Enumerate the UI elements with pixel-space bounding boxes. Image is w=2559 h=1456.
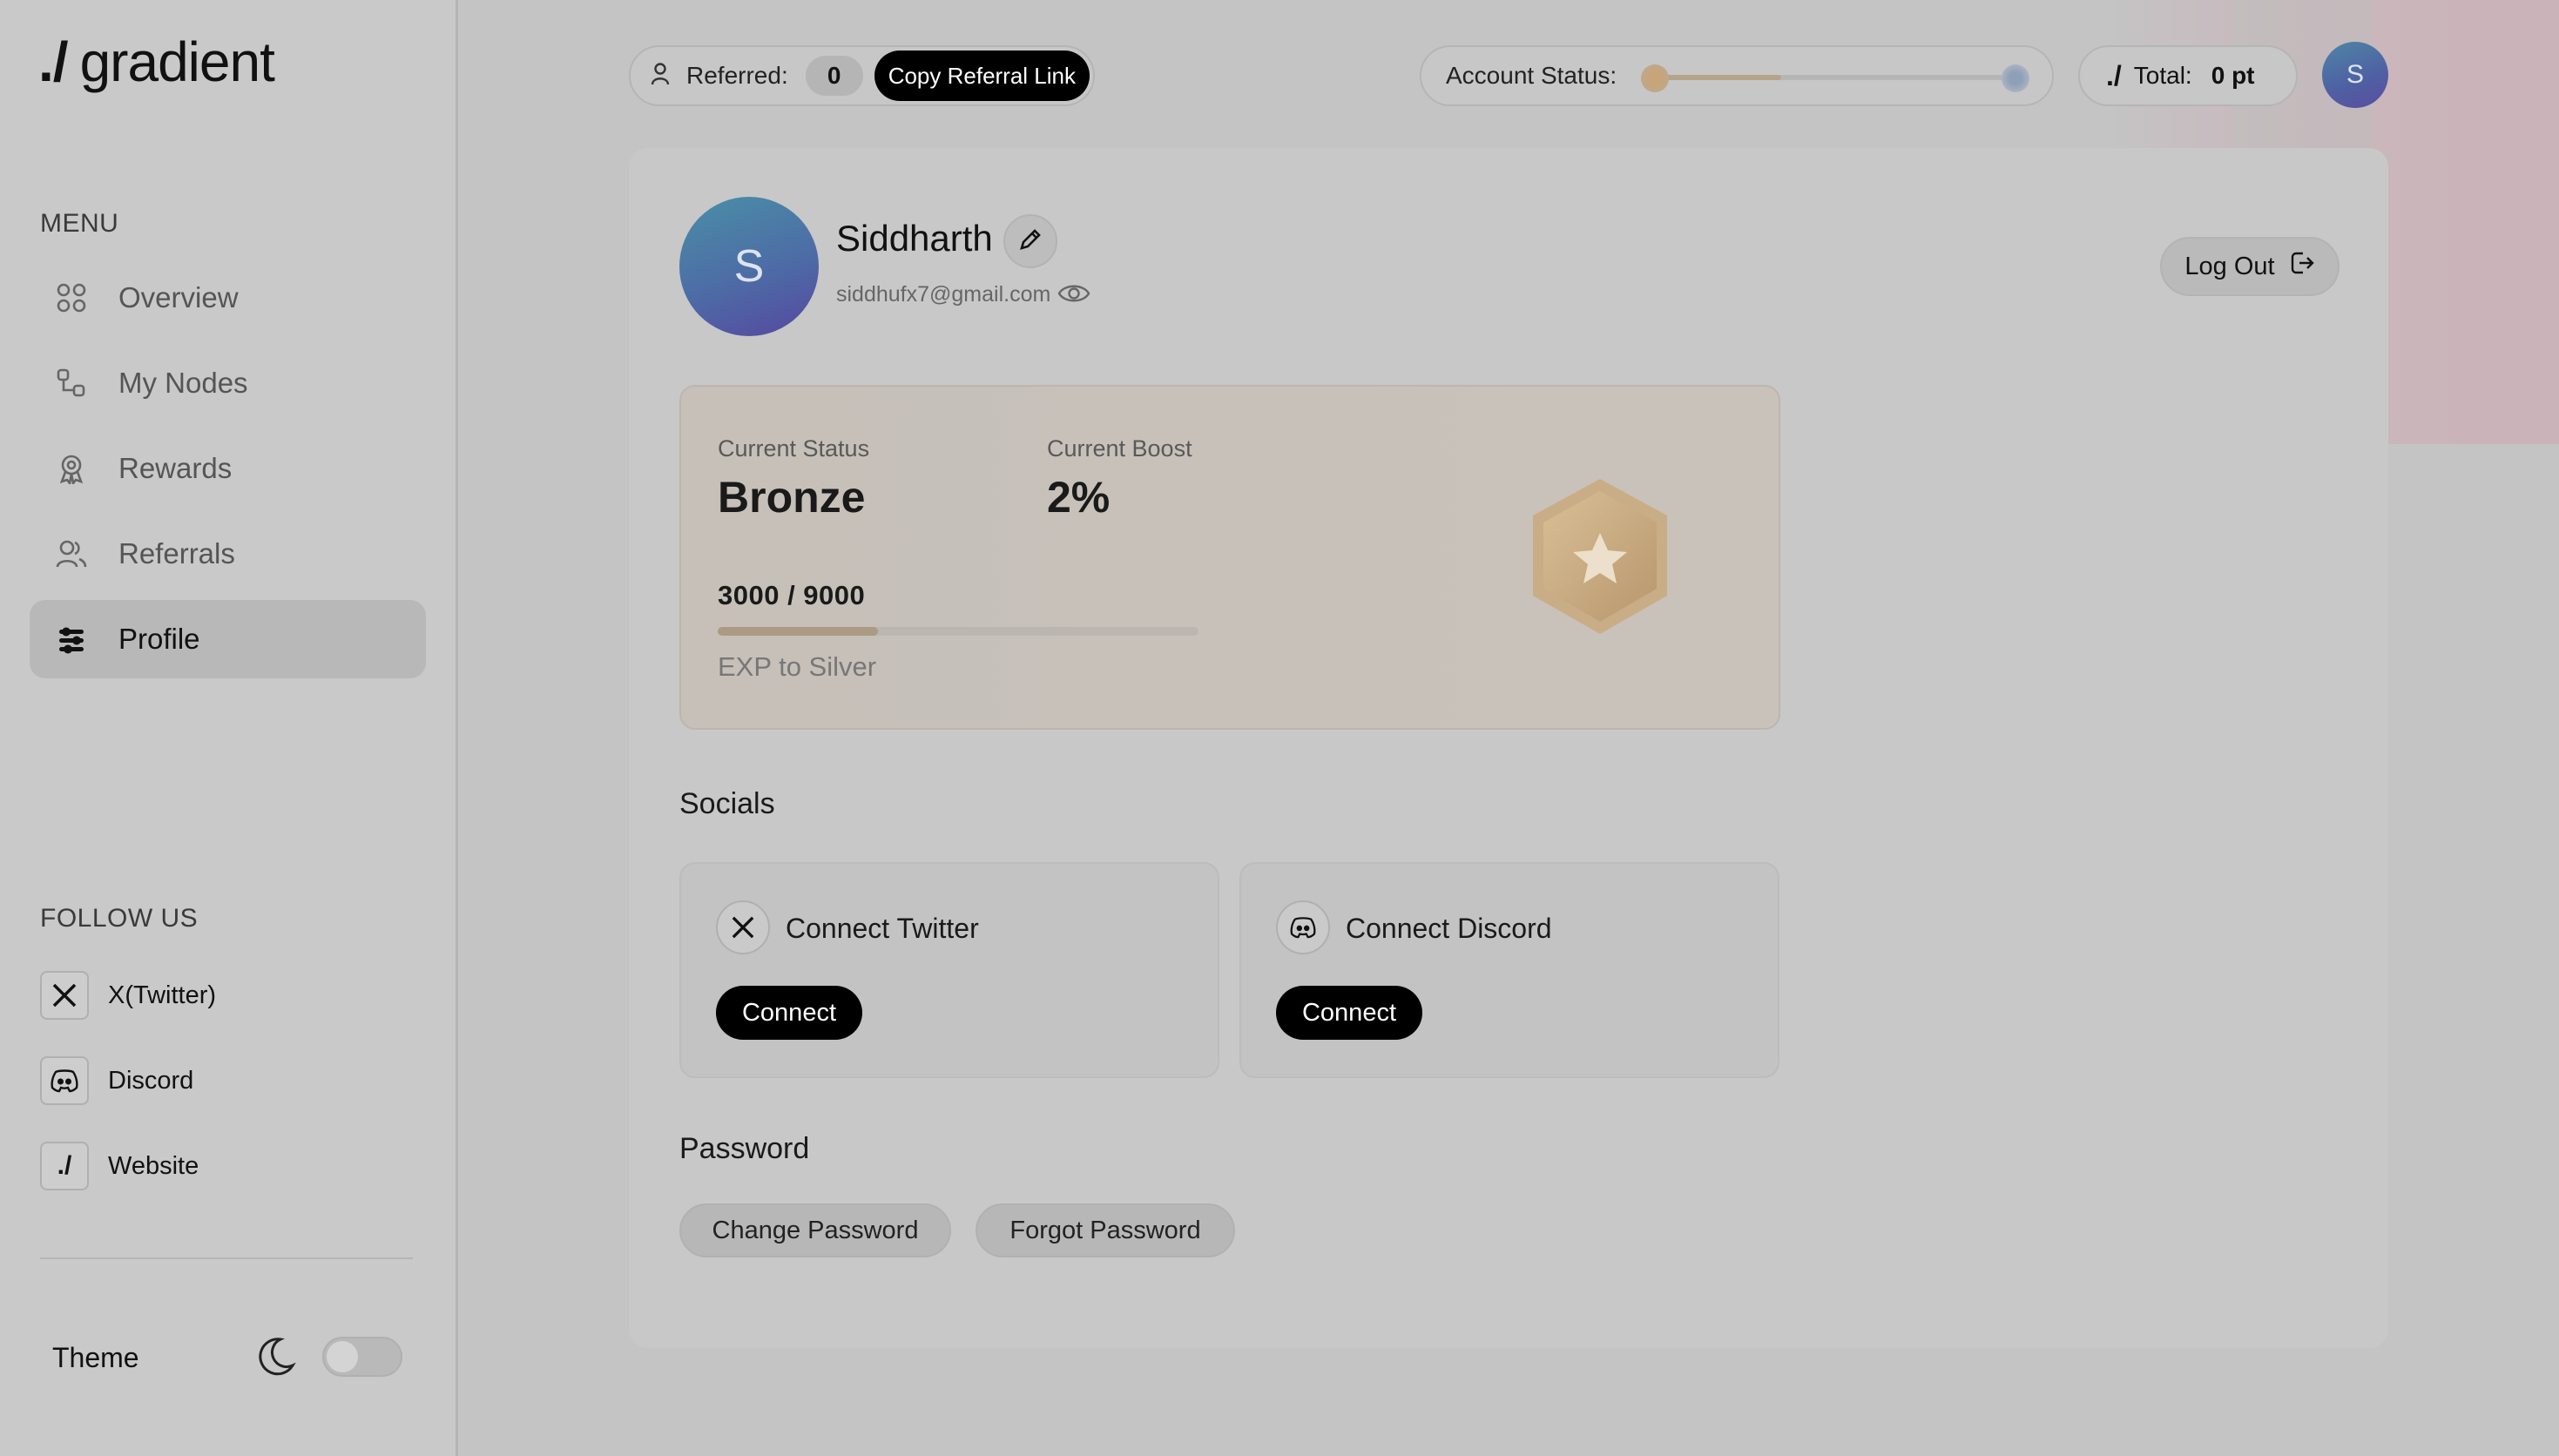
exp-progress-fill — [718, 627, 878, 636]
exp-progress-text: 3000 / 9000 — [718, 580, 866, 610]
follow-label: Discord — [108, 1066, 194, 1095]
profile-avatar: S — [679, 197, 819, 336]
follow-label: Website — [108, 1151, 199, 1180]
pencil-icon — [1017, 226, 1043, 257]
theme-row: Theme — [52, 1331, 402, 1385]
sidebar: ./gradient MENU Overview My Nodes Reward… — [0, 0, 458, 1456]
referred-pill: Referred: 0 Copy Referral Link — [629, 45, 1095, 106]
sidebar-item-overview[interactable]: Overview — [30, 259, 426, 337]
brand-name: gradient — [79, 30, 275, 93]
account-status-fill — [1650, 75, 1782, 80]
menu-label: MENU — [40, 209, 119, 238]
avatar[interactable]: S — [2322, 42, 2388, 108]
total-label: Total: — [2133, 62, 2192, 89]
follow-label: X(Twitter) — [108, 981, 217, 1009]
total-points-pill: ./ Total: 0 pt — [2078, 45, 2298, 106]
theme-label: Theme — [52, 1341, 139, 1373]
moon-icon — [258, 1336, 296, 1382]
logout-icon — [2289, 250, 2315, 283]
current-boost-label: Current Boost — [1047, 435, 1192, 462]
nodes-icon — [54, 366, 89, 401]
current-status-value: Bronze — [718, 473, 866, 522]
website-icon: ./ — [40, 1142, 89, 1190]
referred-count: 0 — [805, 56, 863, 96]
profile-card — [629, 148, 2388, 1348]
exp-progress-track — [718, 627, 1198, 636]
twitter-connect-title: Connect Twitter — [786, 913, 979, 944]
discord-icon — [1276, 900, 1330, 954]
sidebar-divider — [40, 1257, 413, 1259]
follow-twitter-link[interactable]: X(Twitter) — [40, 970, 216, 1021]
sidebar-item-label: Rewards — [118, 452, 233, 484]
user-icon — [650, 62, 671, 91]
discord-connect-card: Connect Discord Connect — [1239, 862, 1779, 1078]
x-icon — [40, 971, 89, 1020]
sidebar-item-referrals[interactable]: Referrals — [30, 515, 426, 593]
follow-website-link[interactable]: ./ Website — [40, 1141, 199, 1191]
discord-icon — [40, 1056, 89, 1105]
logout-button[interactable]: Log Out — [2160, 237, 2340, 296]
discord-connect-title: Connect Discord — [1346, 913, 1552, 944]
edit-name-button[interactable] — [1003, 214, 1057, 268]
connect-twitter-button[interactable]: Connect — [716, 986, 862, 1040]
grid-icon — [54, 280, 89, 315]
socials-heading: Socials — [679, 787, 775, 820]
status-card: Current Status Bronze Current Boost 2% 3… — [679, 385, 1780, 730]
copy-referral-link-button[interactable]: Copy Referral Link — [874, 51, 1090, 101]
profile-icon — [54, 622, 89, 657]
brand-slash: ./ — [38, 30, 69, 93]
sidebar-item-label: Referrals — [118, 537, 235, 570]
referred-label: Referred: — [686, 62, 788, 89]
follow-us-label: FOLLOW US — [40, 904, 199, 933]
logout-label: Log Out — [2184, 252, 2275, 280]
exp-to-next-label: EXP to Silver — [718, 651, 877, 682]
theme-toggle[interactable] — [322, 1337, 402, 1377]
account-status-pill: Account Status: — [1420, 45, 2054, 106]
sidebar-item-profile[interactable]: Profile — [30, 600, 426, 678]
total-value: 0 pt — [2211, 62, 2255, 89]
twitter-connect-card: Connect Twitter Connect — [679, 862, 1219, 1078]
account-status-track — [1650, 75, 2015, 80]
user-email: siddhufx7@gmail.com — [836, 282, 1051, 307]
bronze-badge-icon — [1533, 479, 1667, 634]
sidebar-item-label: My Nodes — [118, 367, 248, 399]
x-icon — [716, 900, 770, 954]
forgot-password-button[interactable]: Forgot Password — [976, 1203, 1235, 1257]
password-heading: Password — [679, 1132, 810, 1165]
toggle-knob — [327, 1341, 358, 1372]
sidebar-item-my-nodes[interactable]: My Nodes — [30, 344, 426, 422]
silver-gem-icon — [2002, 64, 2029, 92]
account-status-label: Account Status: — [1446, 62, 1617, 89]
follow-discord-link[interactable]: Discord — [40, 1055, 193, 1106]
award-icon — [54, 451, 89, 486]
bronze-gem-icon — [1641, 64, 1669, 92]
app-root: ./gradient MENU Overview My Nodes Reward… — [0, 0, 2559, 1456]
gradient-logo-icon: ./ — [2106, 59, 2122, 91]
change-password-button[interactable]: Change Password — [679, 1203, 951, 1257]
sidebar-item-rewards[interactable]: Rewards — [30, 429, 426, 508]
connect-discord-button[interactable]: Connect — [1276, 986, 1422, 1040]
eye-icon[interactable] — [1057, 280, 1090, 311]
brand-logo[interactable]: ./gradient — [38, 30, 275, 94]
user-name: Siddharth — [836, 218, 993, 259]
sidebar-item-label: Profile — [118, 623, 200, 655]
users-icon — [54, 536, 89, 571]
sidebar-item-label: Overview — [118, 281, 239, 313]
current-boost-value: 2% — [1047, 473, 1111, 522]
current-status-label: Current Status — [718, 435, 870, 462]
